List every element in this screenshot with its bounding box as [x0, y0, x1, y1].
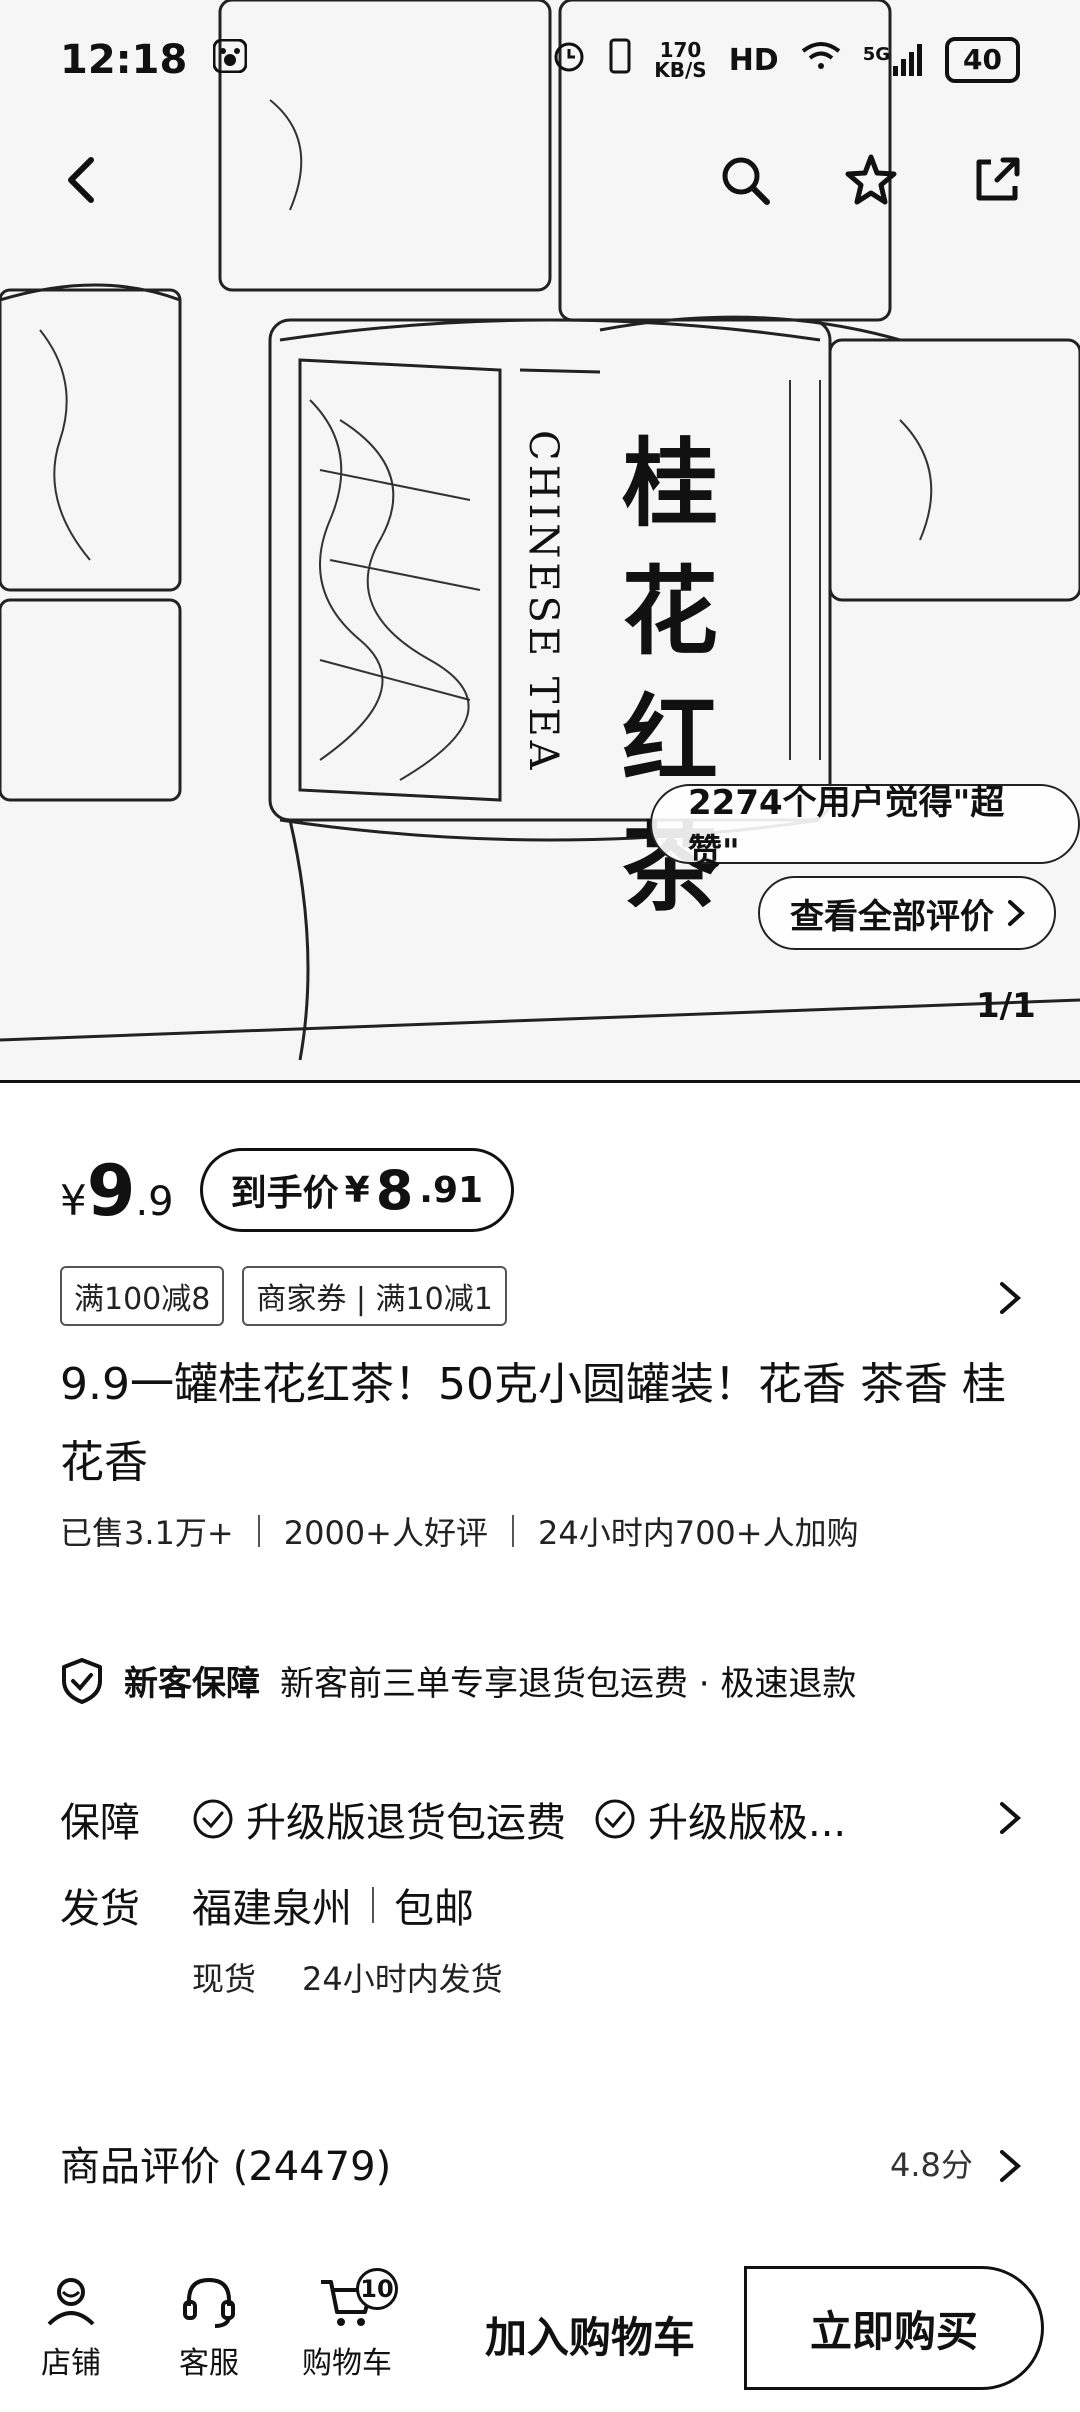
- final-price-currency: ¥: [344, 1169, 370, 1211]
- view-all-reviews-label: 查看全部评价: [790, 896, 994, 937]
- sales-stats: 已售3.1万+ 2000+人好评 24小时内700+人加购: [60, 1508, 859, 1554]
- tin-english-label: CHINESE TEA: [520, 430, 566, 774]
- new-customer-label: 新客保障: [124, 1664, 260, 1704]
- divider: [511, 1515, 514, 1547]
- price-decimal: .9: [135, 1179, 174, 1225]
- shipping-info: 福建泉州 包邮: [192, 1876, 474, 1934]
- new-customer-text: 新客前三单专享退货包运费 · 极速退款: [280, 1664, 857, 1704]
- final-price-decimal: .91: [419, 1169, 484, 1211]
- final-price-integer: 8: [375, 1158, 414, 1222]
- add-to-cart-count: 24小时内700+人加购: [537, 1514, 859, 1552]
- paw-notification-icon: [212, 37, 248, 83]
- search-icon: [722, 157, 770, 205]
- guarantee-label: 保障: [60, 1800, 140, 1846]
- search-button[interactable]: [702, 137, 788, 223]
- coupon-tag[interactable]: 商家券 | 满10减1: [242, 1266, 507, 1326]
- star-icon: [845, 154, 897, 205]
- positive-review-count: 2000+人好评: [283, 1514, 488, 1552]
- shop-avatar-icon: [47, 2278, 95, 2326]
- back-arrow-icon: [68, 157, 94, 203]
- reviews-header[interactable]: 商品评价 (24479): [60, 2134, 391, 2192]
- add-to-cart-button[interactable]: 加入购物车: [470, 2292, 710, 2376]
- product-title: 9.9一罐桂花红茶！50克小圆罐装！花香 茶香 桂花香: [60, 1359, 1006, 1488]
- chevron-right-icon: [1008, 900, 1025, 926]
- shipping-origin: 福建泉州: [192, 1886, 352, 1932]
- status-bar: 12:18 170 KB/S HD 5G 40: [0, 0, 1080, 120]
- wifi-icon: [801, 41, 841, 79]
- alarm-icon: [552, 39, 586, 81]
- divider: [257, 1515, 260, 1547]
- headset-icon: [183, 2277, 235, 2328]
- guarantee-item: 升级版极...: [594, 1790, 846, 1848]
- hd-indicator: HD: [728, 42, 779, 78]
- service-tab[interactable]: 客服: [154, 2272, 264, 2392]
- sold-count: 已售3.1万+: [60, 1514, 234, 1552]
- battery-level: 40: [945, 37, 1020, 83]
- final-price-pill: 到手价 ¥ 8 .91: [199, 1148, 515, 1232]
- chevron-right-icon[interactable]: [990, 2138, 1030, 2194]
- guarantee-list[interactable]: 升级版退货包运费 升级版极...: [192, 1790, 1002, 1848]
- final-price-label: 到手价: [230, 1173, 339, 1214]
- review-highlight-pill[interactable]: 2274个用户觉得"超赞": [650, 783, 1080, 872]
- signal-type: 5G: [862, 44, 891, 65]
- chevron-right-icon[interactable]: [990, 1790, 1030, 1846]
- shop-tab-label: 店铺: [41, 2346, 101, 2381]
- guarantee-item-label: 升级版退货包运费: [246, 1800, 566, 1846]
- signal-strength-icon: 5G: [863, 44, 923, 76]
- dispatch-time: 24小时内发货: [302, 1960, 503, 1998]
- shop-tab[interactable]: 店铺: [16, 2272, 126, 2392]
- price-currency: ¥: [60, 1176, 87, 1225]
- top-navigation: [0, 130, 1080, 230]
- shield-check-icon: [62, 1657, 102, 1704]
- guarantee-item: 升级版退货包运费: [192, 1790, 566, 1848]
- shipping-fee: 包邮: [394, 1886, 474, 1932]
- cart-tab-label: 购物车: [302, 2346, 392, 2381]
- shipping-label: 发货: [60, 1886, 140, 1932]
- guarantee-item-label: 升级版极...: [648, 1800, 847, 1846]
- service-tab-label: 客服: [179, 2346, 239, 2381]
- coupon-list[interactable]: 满100减8 商家券 | 满10减1: [60, 1266, 507, 1326]
- chevron-right-icon[interactable]: [990, 1270, 1030, 1326]
- new-customer-guarantee[interactable]: 新客保障 新客前三单专享退货包运费 · 极速退款: [60, 1656, 856, 1705]
- check-circle-icon: [193, 1799, 233, 1839]
- favorite-button[interactable]: [828, 137, 914, 223]
- buy-now-button[interactable]: 立即购买: [744, 2266, 1044, 2390]
- coupon-tag[interactable]: 满100减8: [60, 1266, 225, 1326]
- view-all-reviews-button[interactable]: 查看全部评价: [758, 876, 1056, 950]
- shipping-details: 现货 24小时内发货: [192, 1954, 503, 2000]
- divider: [372, 1887, 374, 1923]
- status-time: 12:18: [60, 37, 188, 83]
- network-speed-unit: KB/S: [654, 58, 707, 82]
- back-button[interactable]: [40, 137, 126, 223]
- image-counter: 1/1: [976, 986, 1036, 1026]
- reviews-score[interactable]: 4.8分: [890, 2140, 973, 2186]
- vibrate-icon: [608, 38, 632, 82]
- check-circle-icon: [595, 1799, 635, 1839]
- product-image-gallery[interactable]: CHINESE TEA 桂花红茶 12:18 170 KB/S HD 5G 40…: [0, 0, 1080, 1083]
- cart-count-badge: 10: [356, 2268, 398, 2310]
- cart-tab[interactable]: 10 购物车: [292, 2268, 402, 2392]
- network-speed: 170 KB/S: [654, 40, 706, 80]
- price-row: ¥ 9 .9 到手价 ¥ 8 .91: [60, 1148, 515, 1242]
- stock-status: 现货: [192, 1960, 257, 1998]
- share-button[interactable]: [954, 137, 1040, 223]
- price-integer: 9: [86, 1150, 136, 1232]
- share-icon: [976, 157, 1020, 201]
